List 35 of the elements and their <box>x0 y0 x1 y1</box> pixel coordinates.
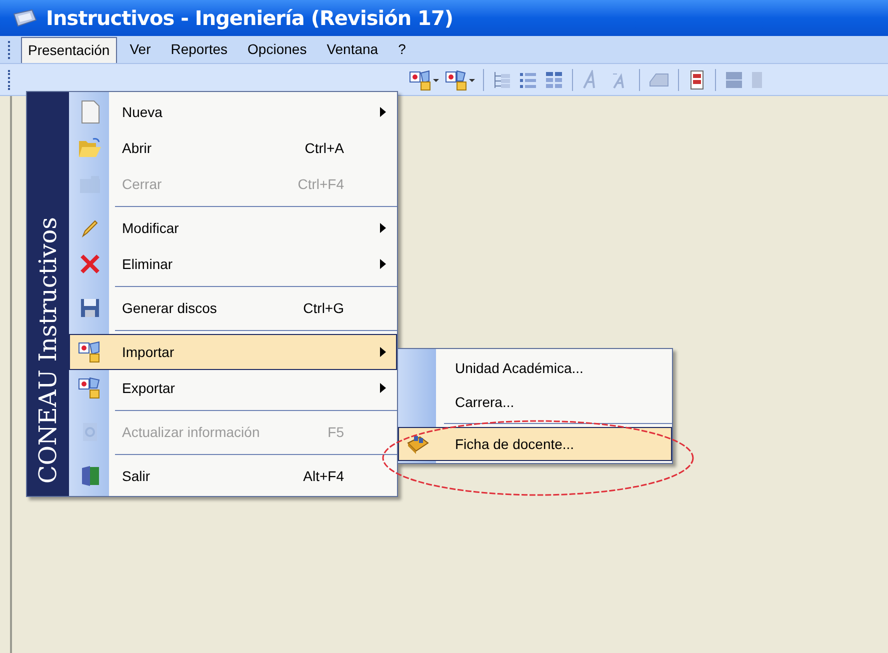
menu-item[interactable]: Abrir Ctrl+A <box>69 130 397 166</box>
grip-icon <box>8 70 11 90</box>
menu-item[interactable]: Generar discos Ctrl+G <box>69 290 397 326</box>
menu-item[interactable]: Salir Alt+F4 <box>69 458 397 494</box>
menu-item[interactable]: Exportar <box>69 370 397 406</box>
pencil-icon <box>80 218 100 238</box>
exit-door-icon <box>79 465 101 487</box>
details-icon[interactable] <box>544 70 564 90</box>
tree-icon[interactable] <box>492 70 512 90</box>
submenu-item[interactable]: Ficha de docente... <box>398 427 672 461</box>
menu-bar-item[interactable]: Presentación <box>21 36 117 62</box>
menu-bar-item[interactable]: Ver <box>122 36 158 63</box>
banner-text: CONEAU Instructivos <box>33 217 63 484</box>
window-title: Instructivos - Ingeniería (Revisión 17) <box>46 5 453 32</box>
export-icon[interactable] <box>445 68 475 90</box>
menu-bar-item[interactable]: ? <box>391 36 413 63</box>
menu-item[interactable]: Nueva <box>69 94 397 130</box>
menu-bar-item[interactable]: Reportes <box>164 36 235 63</box>
card-box-icon <box>406 433 430 455</box>
menu-bar-item[interactable]: Opciones <box>240 36 314 63</box>
delete-icon <box>79 253 101 275</box>
submenu-item[interactable]: Carrera... <box>398 385 672 419</box>
app-icon <box>12 8 38 28</box>
menu-item[interactable]: Importar <box>69 334 397 370</box>
new-document-icon <box>79 100 101 124</box>
import-icon[interactable] <box>409 68 439 90</box>
submenu-item[interactable]: Unidad Académica... <box>398 351 672 385</box>
menu-item[interactable]: Eliminar <box>69 246 397 282</box>
menu-item[interactable]: Modificar <box>69 210 397 246</box>
open-folder-icon <box>78 137 102 159</box>
grip-icon <box>8 40 11 58</box>
export-icon <box>78 377 102 399</box>
import-icon <box>78 341 102 363</box>
menu-bar-item[interactable]: Ventana <box>320 36 386 63</box>
panel-icon[interactable] <box>724 70 744 90</box>
